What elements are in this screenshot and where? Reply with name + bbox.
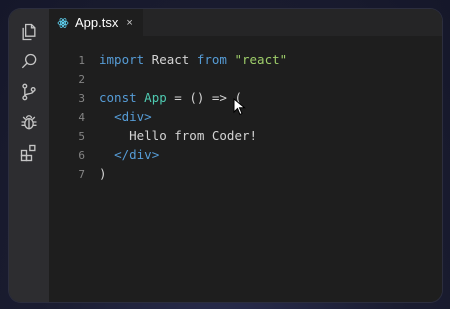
code-line[interactable]: 6 </div> xyxy=(49,145,442,164)
debug-icon xyxy=(21,115,37,130)
close-icon[interactable]: × xyxy=(126,17,132,29)
code-token: = () => ( xyxy=(166,90,243,105)
tab-label: App.tsx xyxy=(75,15,119,30)
search-button[interactable] xyxy=(18,51,40,73)
line-number: 7 xyxy=(78,168,85,181)
code-line[interactable]: 7) xyxy=(49,164,442,183)
code-token: "react" xyxy=(234,52,288,67)
react-icon xyxy=(57,17,69,28)
source-control-icon xyxy=(22,83,36,101)
code-editor-window: App.tsx × 1 import React from "react" 2 3 co… xyxy=(9,9,442,302)
code-token: import xyxy=(99,52,145,67)
line-number: 1 xyxy=(78,54,85,67)
code-line[interactable]: 5 Hello from Coder! xyxy=(49,126,442,145)
search-icon xyxy=(21,53,37,69)
activity-bar xyxy=(9,9,49,302)
code-token: </div> xyxy=(114,147,160,162)
code-token: ) xyxy=(99,166,107,181)
code-token: App xyxy=(144,90,167,105)
code-token: const xyxy=(99,90,137,105)
line-number: 6 xyxy=(78,149,85,162)
code-text: Hello from Coder! xyxy=(99,126,257,145)
tab-strip: App.tsx × xyxy=(49,9,442,36)
extensions-icon xyxy=(20,144,36,162)
code-token: React xyxy=(144,52,197,67)
line-number: 4 xyxy=(78,111,85,124)
code-text: import React from "react" xyxy=(99,50,287,69)
code-token: from xyxy=(196,52,227,67)
mouse-pointer-icon xyxy=(233,98,246,116)
files-icon xyxy=(22,23,36,41)
debug-button[interactable] xyxy=(18,111,40,133)
code-text: <div> xyxy=(99,107,152,126)
code-text: </div> xyxy=(99,145,159,164)
explorer-button[interactable] xyxy=(18,21,40,43)
code-line[interactable]: 1 import React from "react" xyxy=(49,50,442,69)
code-view[interactable]: 1 import React from "react" 2 3 const App = … xyxy=(49,50,442,183)
code-token: <div> xyxy=(114,109,152,124)
line-number: 5 xyxy=(78,130,85,143)
code-text: ) xyxy=(99,164,107,183)
tab-app-tsx[interactable]: App.tsx × xyxy=(49,9,143,36)
line-number: 3 xyxy=(78,92,85,105)
editor-area: App.tsx × 1 import React from "react" 2 3 co… xyxy=(49,9,442,302)
code-token: Hello from Coder! xyxy=(99,128,258,143)
code-line[interactable]: 2 xyxy=(49,69,442,88)
line-number: 2 xyxy=(78,73,85,86)
source-control-button[interactable] xyxy=(18,81,40,103)
extensions-button[interactable] xyxy=(18,142,40,164)
code-text: const App = () => ( xyxy=(99,88,242,107)
